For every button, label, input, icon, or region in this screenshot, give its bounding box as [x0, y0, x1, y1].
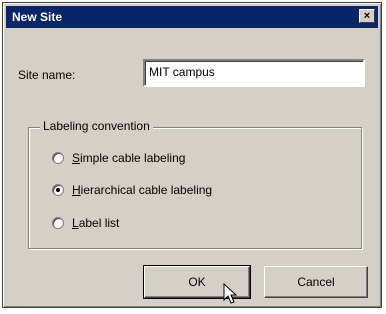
site-name-input[interactable]: MIT campus	[143, 59, 365, 87]
close-icon: ×	[363, 10, 371, 22]
site-name-label: Site name:	[18, 68, 76, 82]
radio-label: Label list	[72, 216, 120, 230]
radio-label: Hierarchical cable labeling	[72, 183, 213, 197]
radio-button[interactable]	[52, 152, 64, 164]
ok-label: OK	[188, 275, 206, 289]
radio-button[interactable]	[52, 184, 64, 196]
window-title: New Site	[12, 10, 63, 24]
radio-simple-cable-labeling[interactable]: Simple cable labeling	[52, 151, 185, 165]
cancel-label: Cancel	[297, 275, 335, 289]
radio-hierarchical-cable-labeling[interactable]: Hierarchical cable labeling	[52, 183, 212, 197]
cancel-button[interactable]: Cancel	[264, 266, 368, 298]
radio-label-list[interactable]: Label list	[52, 216, 119, 230]
site-name-value: MIT campus	[149, 65, 215, 79]
labeling-convention-label: Labeling convention	[40, 119, 153, 133]
close-button[interactable]: ×	[359, 9, 375, 23]
title-bar[interactable]: New Site ×	[6, 6, 378, 28]
mouse-pointer-icon	[223, 283, 237, 304]
radio-button[interactable]	[52, 217, 64, 229]
radio-label: Simple cable labeling	[72, 151, 186, 165]
